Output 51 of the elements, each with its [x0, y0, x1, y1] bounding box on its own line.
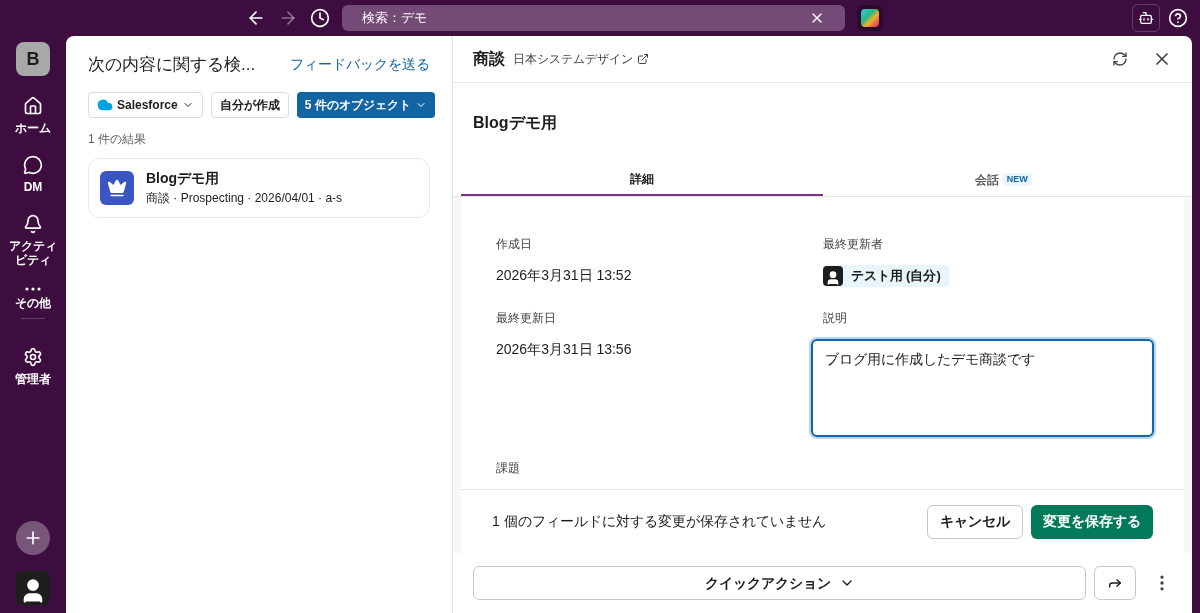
user-avatar[interactable] — [16, 571, 50, 605]
field-label: 最終更新日 — [496, 310, 557, 327]
feedback-link[interactable]: フィードバックを送る — [290, 54, 430, 76]
more-icon — [25, 287, 41, 291]
user-avatar — [822, 266, 843, 286]
filter-button[interactable]: Salesforce — [88, 91, 203, 118]
sidebar-item[interactable]: ホーム — [3, 96, 63, 135]
result-meta: 商談 · Prospecting · 2026/04/01 · a-s — [146, 190, 343, 207]
help-icon[interactable] — [1168, 8, 1188, 28]
settings-icon — [23, 347, 43, 367]
field-value: 2026年3月31日 13:56 — [496, 340, 633, 359]
user-chip[interactable]: テスト用 (自分) — [822, 265, 949, 287]
filter-button[interactable]: 自分が作成 — [210, 91, 289, 118]
save-button[interactable]: 変更を保存する — [1031, 504, 1153, 539]
assistant-button[interactable] — [1132, 4, 1160, 32]
field-label: 作成日 — [496, 236, 533, 253]
object-type: 商談 — [473, 49, 505, 69]
app-logo-icon[interactable] — [857, 5, 883, 31]
bell-icon — [23, 214, 43, 234]
result-card[interactable]: Blogデモ用 商談 · Prospecting · 2026/04/01 · a-s — [88, 157, 430, 218]
sidebar-item[interactable]: アクティビティ — [3, 214, 63, 267]
refresh-icon[interactable] — [1112, 51, 1128, 67]
tab[interactable]: 会話 NEW — [822, 163, 1184, 196]
account-link[interactable]: 日本システムデザイン — [513, 50, 649, 68]
field-label: 説明 — [822, 310, 848, 327]
sidebar-item[interactable]: DM — [3, 155, 63, 194]
quick-action-button[interactable]: クイックアクション — [473, 566, 1086, 600]
sidebar-item[interactable]: 管理者 — [3, 347, 63, 386]
crown-icon — [100, 170, 134, 205]
result-count: 1 件の結果 — [88, 130, 147, 148]
robot-icon — [1138, 10, 1154, 26]
field-label: 最終更新者 — [822, 236, 884, 253]
home-icon — [23, 96, 43, 116]
sidebar-item[interactable]: その他 — [3, 287, 63, 310]
description-field[interactable]: ブログ用に作成したデモ商談です — [810, 339, 1154, 437]
field-label: 課題 — [496, 460, 521, 477]
external-link-icon — [637, 53, 649, 65]
unsaved-message: 1 個のフィールドに対する変更が保存されていません — [492, 512, 827, 531]
search-field[interactable]: 検索：デモ — [342, 5, 845, 31]
filter-button[interactable]: 5 件のオブジェクト — [296, 91, 435, 118]
workspace-avatar[interactable]: B — [16, 42, 50, 76]
field-value: 2026年3月31日 13:52 — [496, 266, 633, 285]
panel-title: 次の内容に関する検... — [88, 54, 256, 76]
record-title: Blogデモ用 — [473, 113, 557, 133]
new-badge: NEW — [1002, 172, 1032, 187]
result-title: Blogデモ用 — [146, 169, 221, 188]
cancel-button[interactable]: キャンセル — [927, 504, 1023, 539]
share-button[interactable] — [1094, 566, 1136, 600]
chat-bubble-icon — [23, 155, 43, 175]
history-icon[interactable] — [310, 8, 330, 28]
add-button[interactable] — [16, 521, 50, 555]
